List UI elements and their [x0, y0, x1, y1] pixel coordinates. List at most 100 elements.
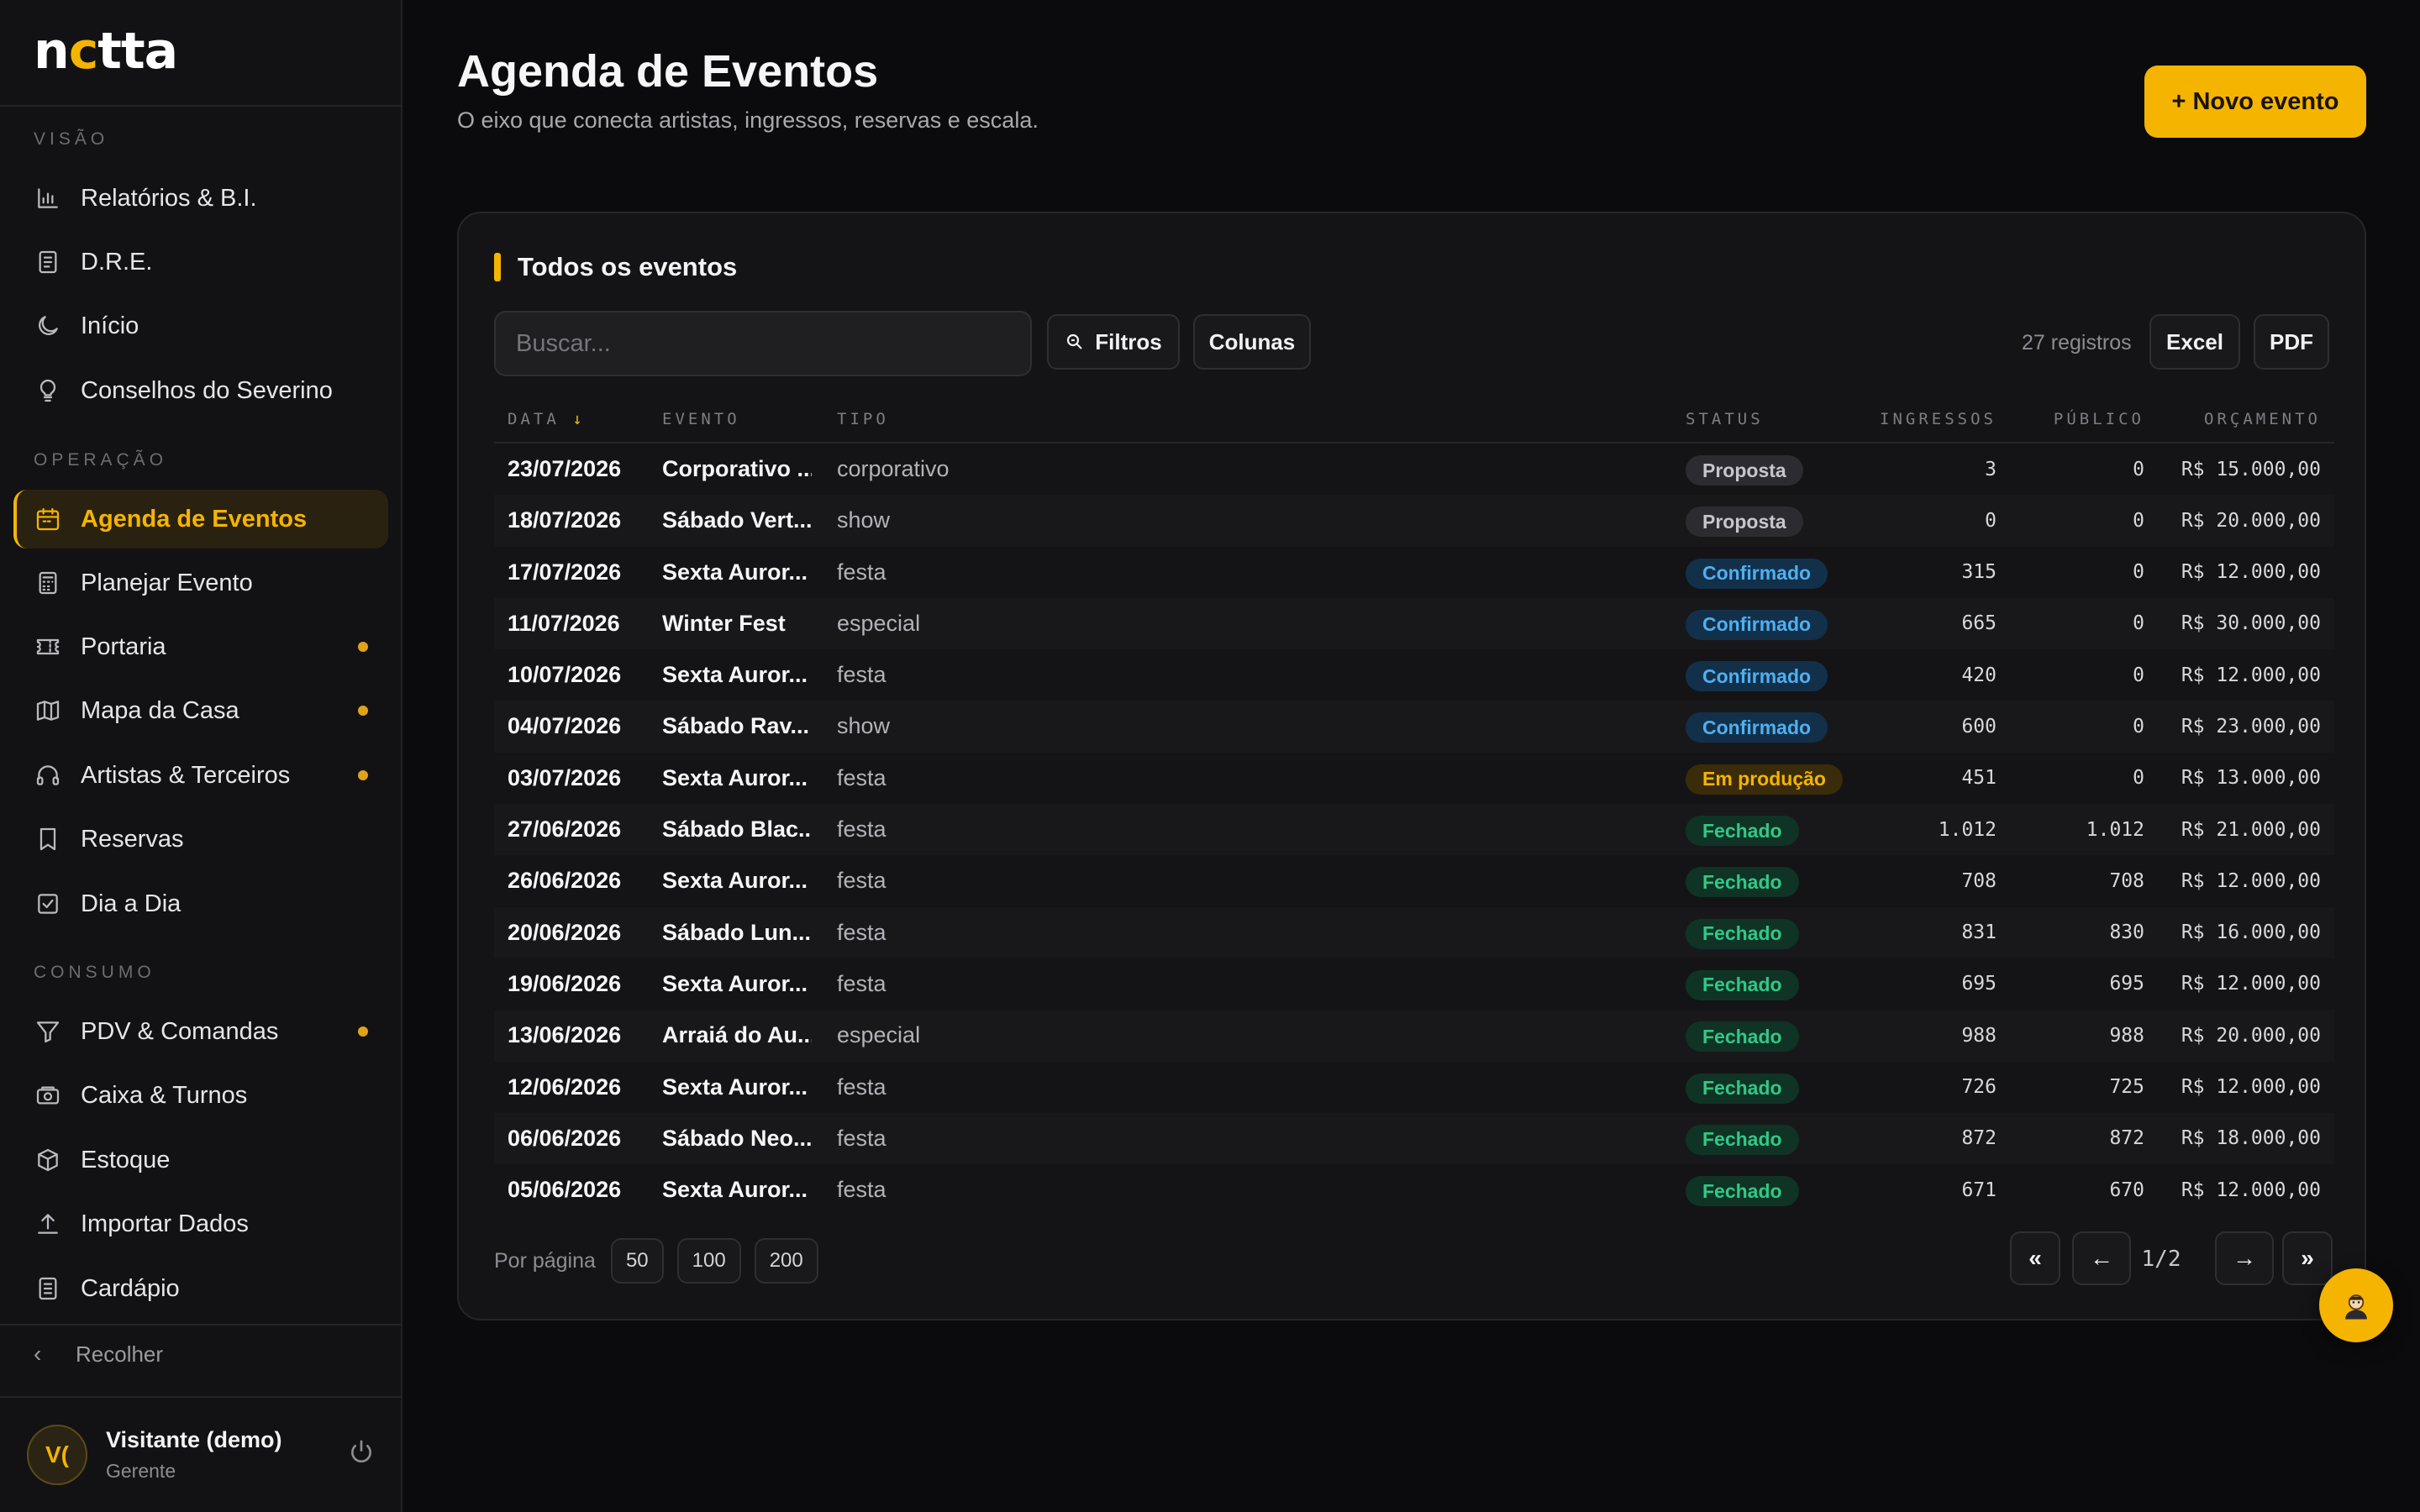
brand-logo[interactable]: nctta — [34, 25, 401, 77]
calculator-icon — [34, 569, 62, 597]
cell-tickets: 3 — [1985, 458, 1996, 480]
export-excel-button[interactable]: Excel — [2149, 314, 2240, 370]
status-badge: Confirmado — [1686, 712, 1828, 743]
columns-button[interactable]: Colunas — [1193, 314, 1311, 370]
table-row[interactable]: 11/07/2026 Winter Fest especial Confirmado 6… — [494, 597, 2334, 650]
last-page-button[interactable]: » — [2282, 1231, 2333, 1285]
column-header-tickets[interactable]: INGRESSOS — [1880, 410, 1996, 428]
sidebar-item-pdv[interactable]: PDV & Comandas — [13, 1002, 388, 1061]
cell-event: Sábado Blac... — [662, 816, 812, 843]
user-profile[interactable]: V( Visitante (demo) Gerente — [27, 1425, 282, 1485]
chevron-left-icon: ‹ — [34, 1341, 42, 1367]
cell-audience: 0 — [2133, 458, 2144, 480]
table-row[interactable]: 04/07/2026 Sábado Rav... show Confirmado 600… — [494, 701, 2334, 753]
cell-tickets: 708 — [1961, 869, 1996, 892]
column-header-event[interactable]: EVENTO — [662, 410, 740, 428]
filters-button[interactable]: Filtros — [1047, 314, 1180, 370]
cell-budget: R$ 12.000,00 — [2181, 1076, 2321, 1099]
sidebar-item-dre[interactable]: D.R.E. — [13, 233, 388, 291]
sidebar-item-inicio[interactable]: Início — [13, 297, 388, 355]
bar-chart-icon — [34, 184, 62, 213]
sidebar-item-agenda[interactable]: Agenda de Eventos — [13, 490, 388, 549]
sidebar-item-mapa[interactable]: Mapa da Casa — [13, 681, 388, 740]
prev-page-button[interactable]: ← — [2072, 1231, 2131, 1285]
sidebar-item-label: Dia a Dia — [81, 890, 182, 917]
sidebar-item-portaria[interactable]: Portaria — [13, 617, 388, 676]
cell-tickets: 600 — [1961, 715, 1996, 738]
new-event-button[interactable]: + Novo evento — [2144, 66, 2366, 138]
table-row[interactable]: 18/07/2026 Sábado Vert... show Proposta 0 0 R$… — [494, 495, 2334, 547]
column-header-type[interactable]: TIPO — [837, 410, 889, 428]
per-page-50[interactable]: 50 — [610, 1238, 664, 1284]
search-input[interactable] — [494, 311, 1032, 376]
assistant-button[interactable] — [2319, 1268, 2393, 1342]
section-label-operacao: OPERAÇÃO — [34, 450, 168, 470]
user-info: Visitante (demo) Gerente — [106, 1427, 282, 1483]
table-row[interactable]: 20/06/2026 Sábado Lun... festa Fechado 831 83… — [494, 906, 2334, 958]
lightbulb-icon — [34, 376, 62, 405]
table-row[interactable]: 26/06/2026 Sexta Auror... festa Fechado 708 7… — [494, 855, 2334, 906]
cell-event: Sábado Vert... — [662, 507, 812, 533]
headphones-icon — [34, 761, 62, 790]
next-page-button[interactable]: → — [2215, 1231, 2274, 1285]
sidebar-item-artistas[interactable]: Artistas & Terceiros — [13, 746, 388, 805]
table-row[interactable]: 13/06/2026 Arraiá do Au... especial Fechado… — [494, 1010, 2334, 1062]
status-badge: Fechado — [1686, 918, 1799, 949]
cell-event: Sexta Auror... — [662, 559, 808, 585]
accent-bar — [494, 253, 501, 281]
cell-date: 27/06/2026 — [508, 816, 622, 843]
first-page-button[interactable]: « — [2010, 1231, 2060, 1285]
logo-area: nctta — [0, 0, 401, 107]
sidebar-item-caixa[interactable]: Caixa & Turnos — [13, 1066, 388, 1125]
cell-type: festa — [837, 919, 886, 945]
collapse-sidebar-button[interactable]: ‹ Recolher — [34, 1341, 163, 1368]
table-row[interactable]: 05/06/2026 Sexta Auror... festa Fechado 671 6… — [494, 1164, 2334, 1215]
table-row[interactable]: 23/07/2026 Corporativo ... corporativo Prop… — [494, 444, 2334, 495]
column-header-budget[interactable]: ORÇAMENTO — [2204, 410, 2321, 428]
per-page-100[interactable]: 100 — [676, 1238, 741, 1284]
cell-type: show — [837, 713, 891, 739]
table-row[interactable]: 10/07/2026 Sexta Auror... festa Confirmado 4… — [494, 649, 2334, 701]
sidebar-item-importar[interactable]: Importar Dados — [13, 1194, 388, 1253]
export-pdf-button[interactable]: PDF — [2254, 314, 2329, 370]
cell-date: 04/07/2026 — [508, 713, 622, 739]
sidebar-item-cardapio[interactable]: Cardápio — [13, 1259, 388, 1318]
collapse-label: Recolher — [76, 1341, 164, 1367]
cell-date: 13/06/2026 — [508, 1022, 622, 1048]
card-title: Todos os eventos — [494, 252, 737, 282]
sidebar-item-label: Planejar Evento — [81, 569, 253, 596]
cell-audience: 670 — [2109, 1179, 2144, 1201]
sidebar-item-conselhos[interactable]: Conselhos do Severino — [13, 361, 388, 420]
column-header-status[interactable]: STATUS — [1686, 410, 1764, 428]
cell-type: festa — [837, 764, 886, 790]
sidebar-item-reservas[interactable]: Reservas — [13, 810, 388, 869]
sidebar: nctta VISÃO Relatórios & B.I. D.R.E. Iní… — [0, 0, 402, 1512]
status-badge: Fechado — [1686, 867, 1799, 898]
per-page-200[interactable]: 200 — [754, 1238, 818, 1284]
cell-type: festa — [837, 559, 886, 585]
logo-letter-n: n — [34, 22, 70, 81]
table-row[interactable]: 12/06/2026 Sexta Auror... festa Fechado 726 7… — [494, 1062, 2334, 1113]
sidebar-item-dia-a-dia[interactable]: Dia a Dia — [13, 874, 388, 933]
cell-event: Sexta Auror... — [662, 662, 808, 688]
per-page-selector: Por página 50 100 200 — [494, 1238, 832, 1284]
table-row[interactable]: 06/06/2026 Sábado Neo... festa Fechado 872 87… — [494, 1112, 2334, 1165]
cell-event: Sexta Auror... — [662, 868, 808, 894]
table-row[interactable]: 27/06/2026 Sábado Blac... festa Fechado 1.01… — [494, 804, 2334, 856]
power-icon[interactable] — [348, 1438, 378, 1468]
sidebar-item-label: Artistas & Terceiros — [81, 761, 291, 789]
sidebar-item-relatorios[interactable]: Relatórios & B.I. — [13, 169, 388, 228]
sidebar-item-planejar[interactable]: Planejar Evento — [13, 554, 388, 612]
sidebar-item-label: Portaria — [81, 633, 166, 660]
notification-dot — [358, 770, 368, 780]
status-badge: Confirmado — [1686, 661, 1828, 692]
cell-type: festa — [837, 970, 886, 996]
search-filter-icon — [1067, 333, 1083, 349]
sidebar-item-estoque[interactable]: Estoque — [13, 1131, 388, 1189]
cell-event: Sábado Rav... — [662, 713, 810, 739]
table-row[interactable]: 03/07/2026 Sexta Auror... festa Em produção… — [494, 753, 2334, 804]
column-header-date[interactable]: DATA ↓ — [508, 410, 582, 428]
table-row[interactable]: 17/07/2026 Sexta Auror... festa Confirmado 3… — [494, 547, 2334, 598]
table-row[interactable]: 19/06/2026 Sexta Auror... festa Fechado 695 6… — [494, 958, 2334, 1010]
column-header-audience[interactable]: PÚBLICO — [2054, 410, 2144, 428]
